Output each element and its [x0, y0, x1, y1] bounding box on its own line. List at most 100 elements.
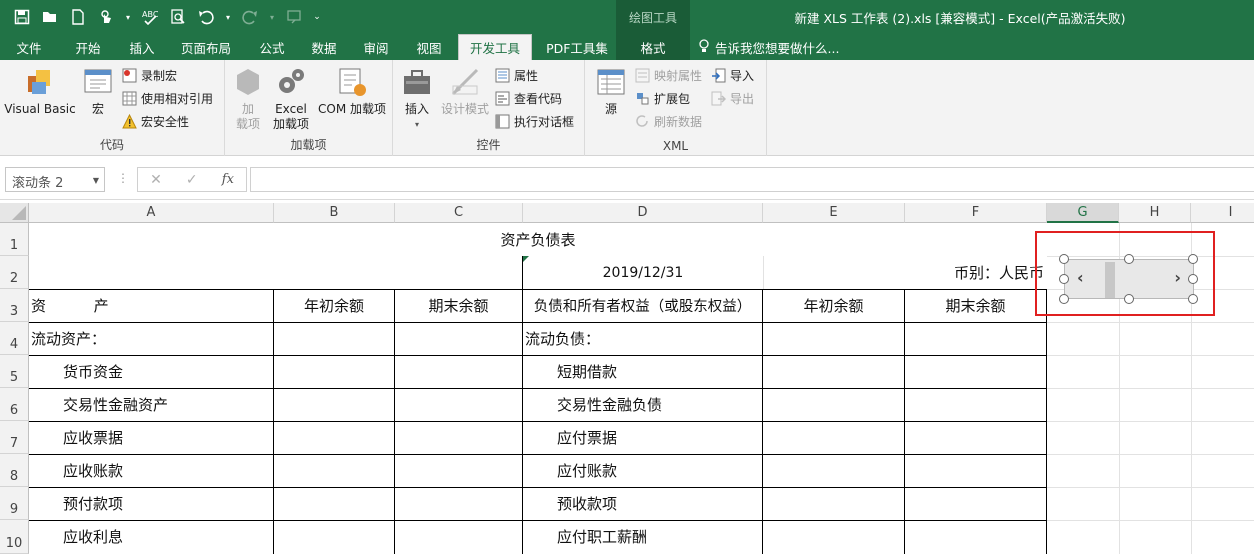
column-header-i[interactable]: I	[1191, 203, 1254, 223]
cell-header-end-1[interactable]: 期末余额	[395, 289, 522, 322]
redo-icon[interactable]	[240, 6, 260, 28]
expansion-packs-button[interactable]: 扩展包	[635, 88, 690, 108]
column-header-b[interactable]: B	[274, 203, 395, 223]
tab-data[interactable]: 数据	[302, 34, 346, 60]
cell-d8[interactable]: 应付账款	[557, 454, 617, 487]
visual-basic-button[interactable]: Visual Basic	[4, 66, 76, 117]
tab-format[interactable]: 格式	[616, 34, 690, 60]
tab-page-layout[interactable]: 页面布局	[172, 34, 240, 60]
cell-d9[interactable]: 预收款项	[557, 487, 617, 520]
run-dialog-button[interactable]: 执行对话框	[495, 111, 574, 131]
column-header-d[interactable]: D	[523, 203, 763, 223]
row-header-7[interactable]: 7	[0, 421, 29, 454]
cell-d4[interactable]: 流动负债：	[525, 322, 600, 355]
group-code: Visual Basic 宏 录制宏 使用相对引用 宏安全性 代码	[0, 60, 225, 156]
row-header-9[interactable]: 9	[0, 487, 29, 520]
cell-header-begin-1[interactable]: 年初余额	[274, 289, 394, 322]
com-addins-button[interactable]: COM 加载项	[315, 66, 389, 117]
cell-a4[interactable]: 流动资产：	[31, 322, 106, 355]
row-header-4[interactable]: 4	[0, 322, 29, 355]
tab-developer[interactable]: 开发工具	[458, 34, 532, 60]
cell-d6[interactable]: 交易性金融负债	[557, 388, 662, 421]
row-header-1[interactable]: 1	[0, 223, 29, 256]
chevron-down-icon[interactable]: ▾	[224, 6, 232, 28]
enter-icon[interactable]: ✓	[186, 172, 198, 188]
column-header-e[interactable]: E	[763, 203, 905, 223]
xml-import-button[interactable]: 导入	[711, 65, 754, 85]
tab-file[interactable]: 文件	[8, 34, 50, 60]
refresh-data-button[interactable]: 刷新数据	[635, 111, 702, 131]
ribbon-tabs: 文件 开始 插入 页面布局 公式 数据 审阅 视图 开发工具 PDF工具集 格式	[0, 34, 1254, 60]
tab-formulas[interactable]: 公式	[250, 34, 294, 60]
tab-home[interactable]: 开始	[66, 34, 110, 60]
map-properties-icon	[635, 68, 650, 82]
run-dialog-label: 执行对话框	[514, 114, 575, 129]
chevron-down-icon[interactable]: ▾	[124, 6, 132, 28]
column-header-c[interactable]: C	[395, 203, 523, 223]
row-header-3[interactable]: 3	[0, 289, 29, 322]
cell-a7[interactable]: 应收票据	[63, 421, 123, 454]
spellcheck-icon[interactable]: ABC	[140, 6, 160, 28]
tab-view[interactable]: 视图	[407, 34, 451, 60]
row-header-5[interactable]: 5	[0, 355, 29, 388]
open-icon[interactable]	[40, 6, 60, 28]
properties-button[interactable]: 属性	[495, 65, 538, 85]
insert-control-button[interactable]: 插入 ▾	[399, 66, 435, 132]
cell-title[interactable]: 资产负债表	[29, 223, 1047, 256]
select-all-button[interactable]	[0, 203, 29, 223]
row-header-6[interactable]: 6	[0, 388, 29, 421]
map-properties-button[interactable]: 映射属性	[635, 65, 702, 85]
xml-source-button[interactable]: 源	[593, 66, 629, 117]
design-mode-button[interactable]: 设计模式	[439, 66, 491, 117]
chevron-down-icon[interactable]: ▾	[268, 6, 276, 28]
view-code-button[interactable]: 查看代码	[495, 88, 562, 108]
customize-icon[interactable]: ⌄	[312, 6, 322, 28]
addins-button[interactable]: 加 载项	[231, 66, 265, 132]
cell-header-begin-2[interactable]: 年初余额	[763, 289, 904, 322]
cell-d7[interactable]: 应付票据	[557, 421, 617, 454]
macros-button[interactable]: 宏	[80, 66, 116, 117]
undo-icon[interactable]	[196, 6, 216, 28]
cell-currency[interactable]: 币别：人民币	[905, 256, 1044, 289]
cell-a8[interactable]: 应收账款	[63, 454, 123, 487]
insert-function-icon[interactable]: fx	[222, 172, 234, 187]
name-box[interactable]: 滚动条 2 ▼	[5, 167, 105, 192]
new-icon[interactable]	[68, 6, 88, 28]
formula-bar-splitter[interactable]: ⋮	[117, 171, 129, 185]
column-header-h[interactable]: H	[1119, 203, 1191, 223]
row-header-10[interactable]: 10	[0, 520, 29, 554]
cell-d10[interactable]: 应付职工薪酬	[557, 520, 647, 553]
tab-pdf-tools[interactable]: PDF工具集	[540, 34, 614, 60]
macro-security-button[interactable]: 宏安全性	[122, 111, 189, 131]
tab-insert[interactable]: 插入	[120, 34, 164, 60]
row-header-2[interactable]: 2	[0, 256, 29, 289]
group-xml: 源 映射属性 扩展包 刷新数据 导入 导出 XML	[585, 60, 767, 156]
cell-a10[interactable]: 应收利息	[63, 520, 123, 553]
cell-a5[interactable]: 货币资金	[63, 355, 123, 388]
cell-date[interactable]: 2019/12/31	[523, 256, 763, 289]
cell-header-liabilities[interactable]: 负债和所有者权益（或股东权益）	[523, 289, 762, 322]
column-header-g[interactable]: G	[1047, 203, 1119, 223]
excel-addins-button[interactable]: Excel 加载项	[271, 66, 311, 132]
print-preview-icon[interactable]	[168, 6, 188, 28]
touch-mode-icon[interactable]	[96, 6, 116, 28]
record-macro-button[interactable]: 录制宏	[122, 65, 177, 85]
cell-a6[interactable]: 交易性金融资产	[63, 388, 168, 421]
cancel-icon[interactable]: ✕	[150, 172, 162, 188]
cell-header-end-2[interactable]: 期末余额	[905, 289, 1046, 322]
save-icon[interactable]	[12, 6, 32, 28]
row-header-8[interactable]: 8	[0, 454, 29, 487]
column-header-f[interactable]: F	[905, 203, 1047, 223]
group-controls-label: 控件	[476, 138, 501, 152]
chevron-down-icon[interactable]: ▼	[93, 176, 99, 185]
xml-export-button[interactable]: 导出	[711, 88, 754, 108]
formula-input[interactable]	[250, 167, 1254, 192]
relative-reference-button[interactable]: 使用相对引用	[122, 88, 213, 108]
repeat-icon[interactable]	[284, 6, 304, 28]
cell-a9[interactable]: 预付款项	[63, 487, 123, 520]
cell-header-assets[interactable]: 资 产	[31, 289, 273, 322]
cell-d5[interactable]: 短期借款	[557, 355, 617, 388]
tell-me-box[interactable]: 告诉我您想要做什么...	[698, 34, 839, 60]
tab-review[interactable]: 审阅	[354, 34, 398, 60]
column-header-a[interactable]: A	[29, 203, 274, 223]
